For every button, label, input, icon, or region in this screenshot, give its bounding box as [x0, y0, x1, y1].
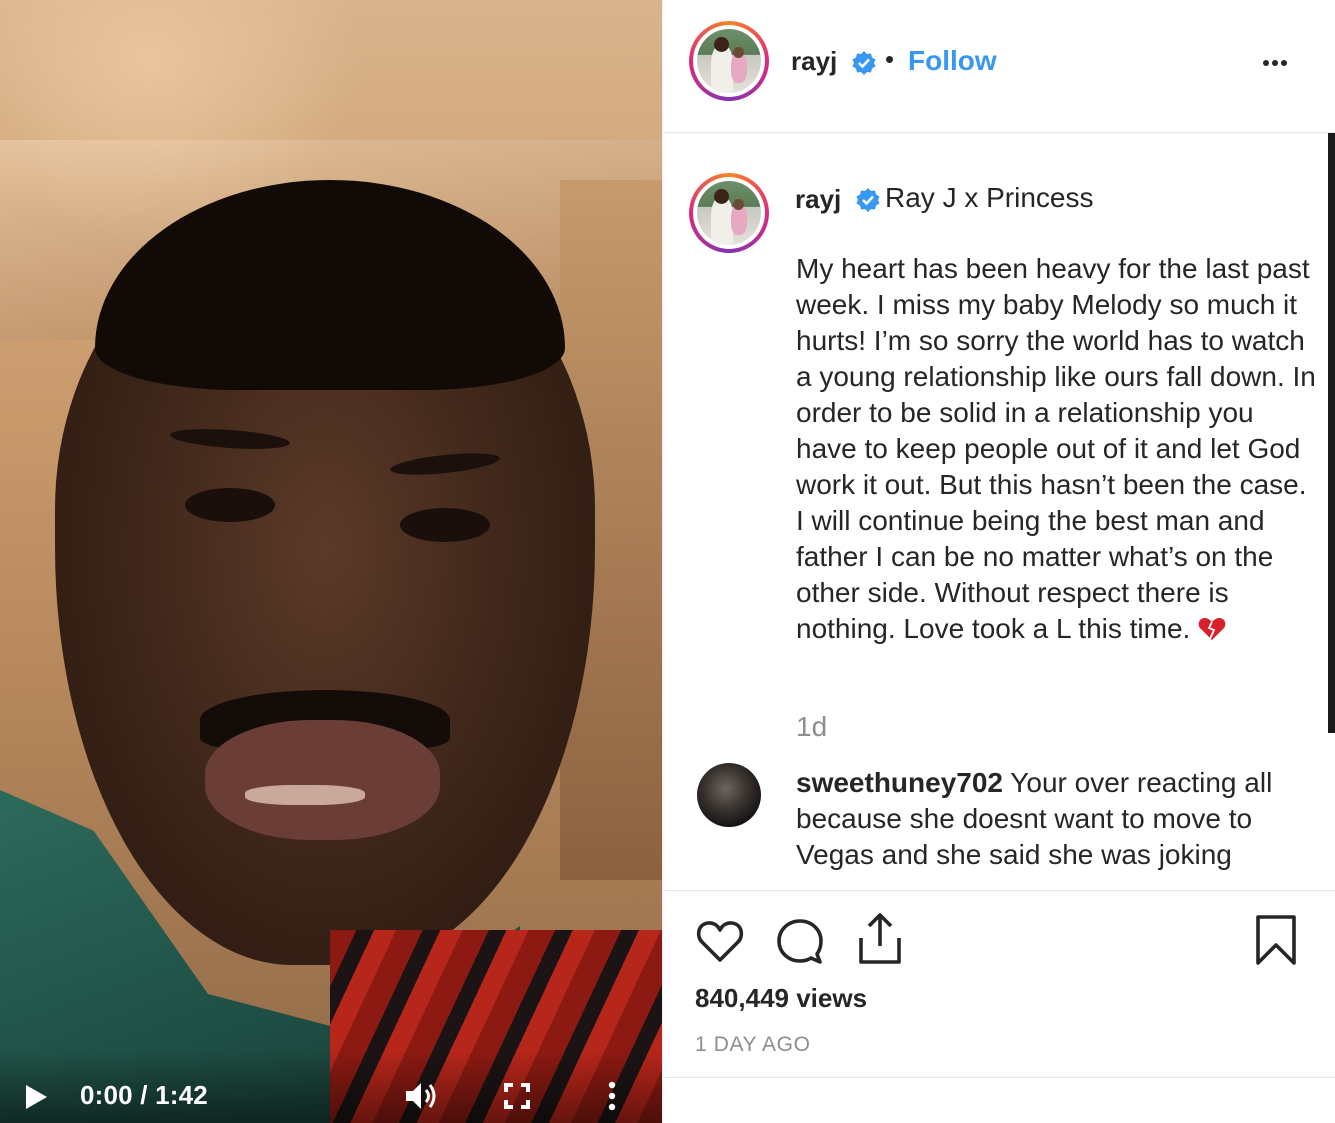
header-username[interactable]: rayj	[791, 46, 837, 77]
video-timecode: 0:00 / 1:42	[80, 1080, 208, 1110]
comment-username[interactable]: sweethuney702	[796, 767, 1003, 798]
commenter-avatar[interactable]	[697, 763, 761, 827]
video-frame-teeth	[245, 785, 365, 805]
follow-button[interactable]: Follow	[908, 45, 997, 77]
post-date[interactable]: 1 DAY AGO	[695, 1033, 811, 1057]
more-options-icon[interactable]	[1263, 48, 1307, 78]
caption-username[interactable]: rayj	[795, 184, 841, 215]
verified-badge-icon	[856, 188, 880, 212]
video-frame-eye	[185, 488, 275, 522]
scrollbar[interactable]	[1328, 133, 1335, 733]
bookmark-icon[interactable]	[1255, 914, 1297, 966]
fullscreen-icon[interactable]	[504, 1083, 530, 1109]
comment-item: sweethuney702 Your over reacting all bec…	[796, 765, 1306, 873]
heart-icon[interactable]	[695, 916, 745, 966]
post-header: rayj • Follow	[663, 0, 1335, 133]
caption-text: My heart has been heavy for the last pas…	[796, 251, 1316, 647]
caption-timestamp[interactable]: 1d	[796, 711, 827, 743]
broken-heart-icon	[1198, 618, 1226, 640]
caption-title: Ray J x Princess	[885, 182, 1094, 213]
avatar[interactable]	[689, 21, 769, 101]
volume-icon[interactable]	[404, 1080, 438, 1112]
comments-scroll-area[interactable]: rayj Ray J x Princess My heart has been …	[663, 133, 1328, 890]
verified-badge-icon	[852, 51, 876, 75]
caption-body: My heart has been heavy for the last pas…	[796, 253, 1324, 644]
comment-icon[interactable]	[775, 916, 825, 966]
share-icon[interactable]	[855, 912, 905, 966]
avatar[interactable]	[689, 173, 769, 253]
divider	[663, 890, 1335, 891]
header-separator: •	[885, 44, 895, 74]
video-frame-mouth	[205, 720, 440, 840]
play-icon[interactable]	[24, 1084, 48, 1110]
video-player[interactable]: 0:00 / 1:42	[0, 0, 662, 1123]
video-frame-eye	[400, 508, 490, 542]
divider	[663, 1077, 1335, 1078]
post-details-panel: rayj • Follow rayj Ray J x Princess My h…	[662, 0, 1335, 1123]
video-more-options-icon[interactable]	[604, 1080, 620, 1112]
view-count[interactable]: 840,449 views	[695, 983, 867, 1014]
